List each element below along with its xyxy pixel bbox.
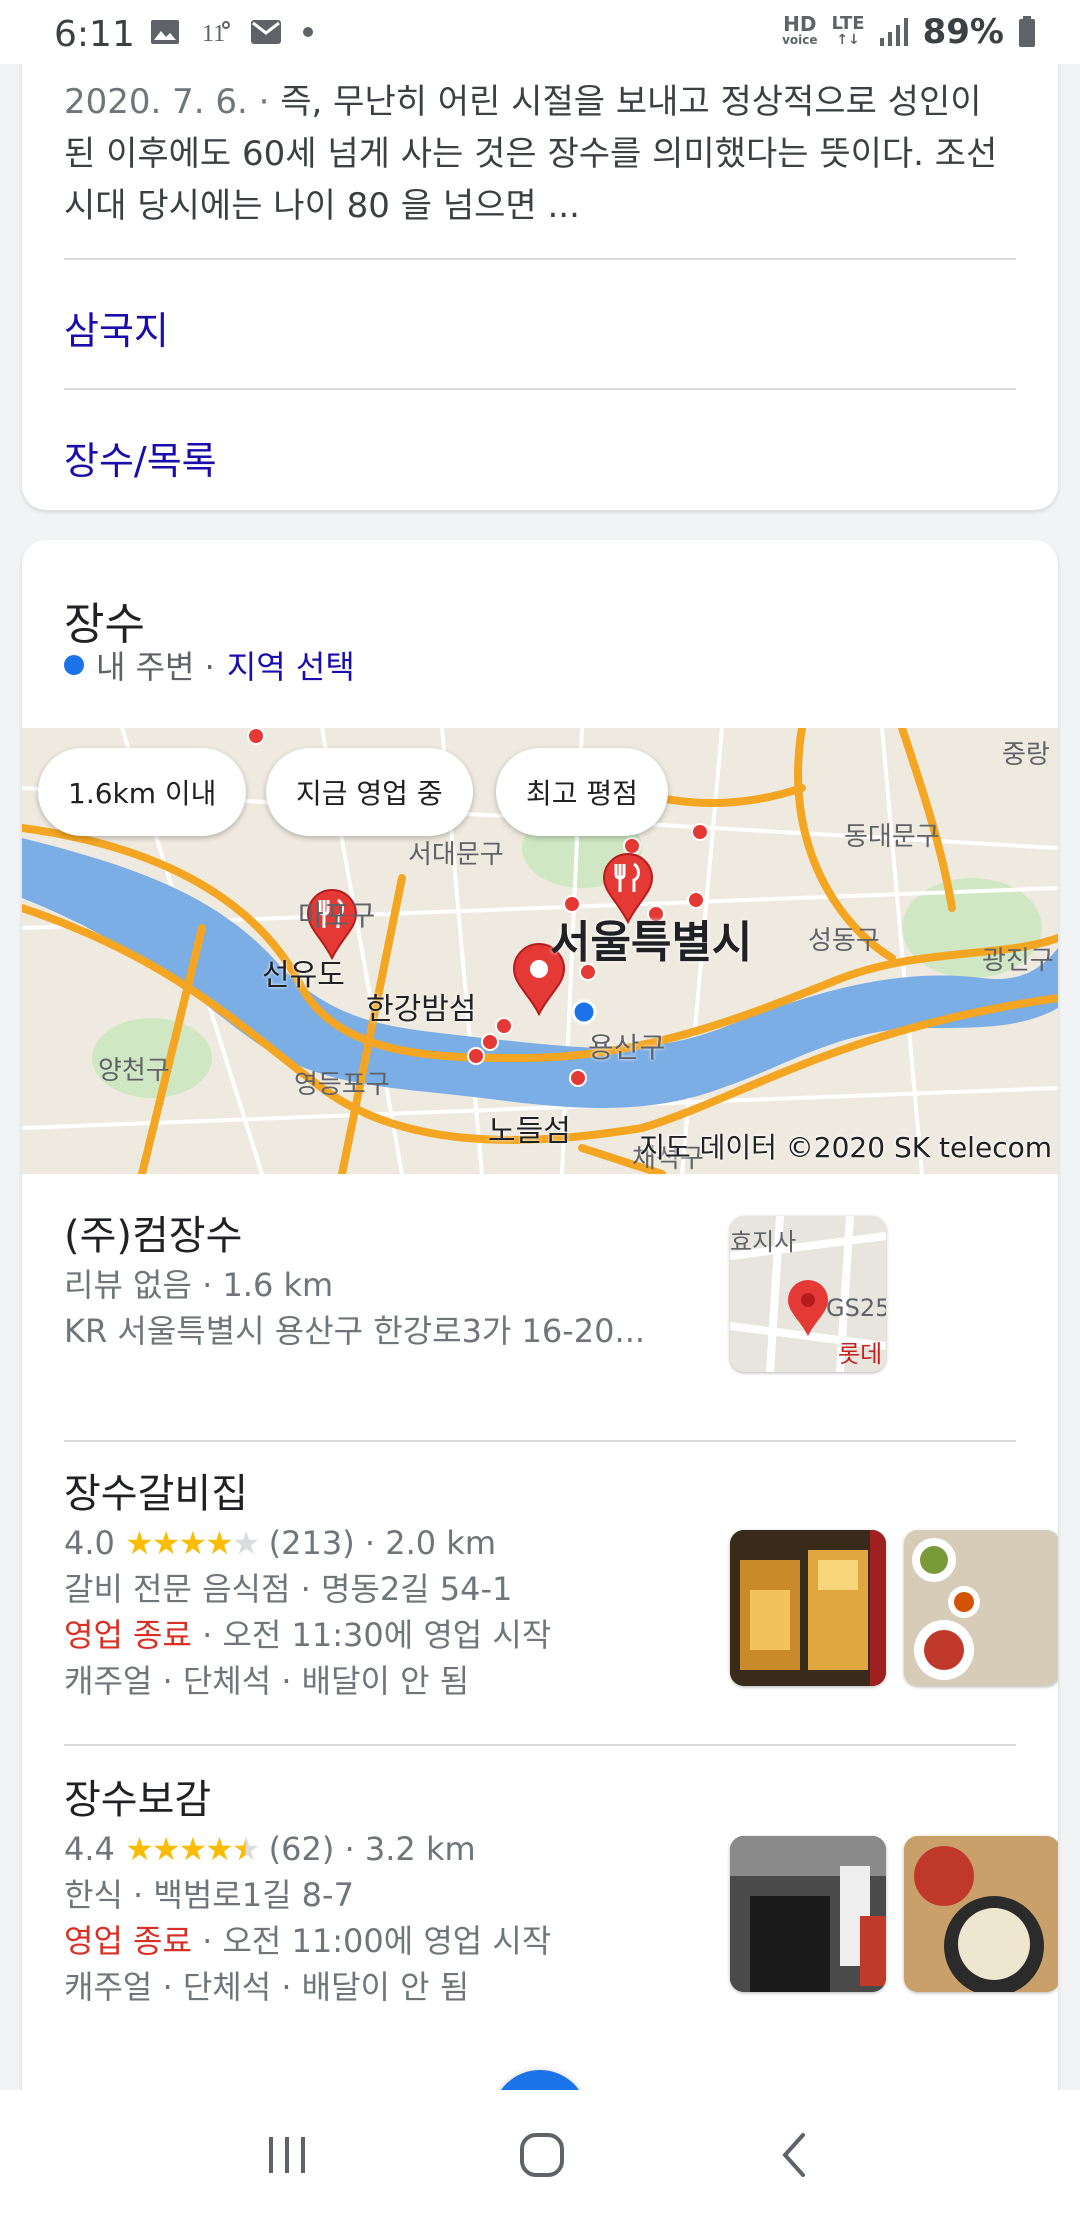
star-rating-icon: ★★★★★ — [125, 1524, 260, 1562]
back-icon[interactable] — [775, 2131, 815, 2179]
location-label: 내 주변 · — [96, 648, 215, 686]
map-label: 동대문구 — [844, 822, 940, 852]
storefront-photo — [730, 1530, 886, 1686]
mini-map-label: 롯데리 — [838, 1340, 883, 1368]
rating-value: 4.0 — [64, 1524, 115, 1562]
review-count-distance: (213) · 2.0 km — [268, 1524, 496, 1562]
location-line: 내 주변 · 지역 선택 — [64, 642, 355, 688]
lte-icon: LTE ↑↓ — [831, 13, 865, 49]
status-time: 6:11 — [54, 14, 135, 55]
map-label: 용산구 — [588, 1031, 666, 1064]
closed-status: 영업 종료 — [64, 1922, 192, 1960]
divider — [64, 258, 1016, 260]
location-dot-icon — [64, 655, 84, 675]
place-photo[interactable] — [904, 1530, 1058, 1686]
map-label: 선유도 — [262, 958, 345, 993]
map-label: 성동구 — [808, 926, 880, 956]
status-bar: 6:11 11 HD voice LTE ↑↓ 89% — [0, 0, 1080, 64]
place-photo[interactable] — [730, 1836, 886, 1992]
result-snippet: 2020. 7. 6. · 즉, 무난히 어린 시절을 보내고 정상적으로 성인… — [64, 76, 1014, 232]
mini-map-label: 효지사 — [730, 1228, 797, 1256]
place-name[interactable]: 장수보감 — [64, 1774, 1016, 1826]
mail-icon — [251, 20, 281, 44]
mini-map-label: GS25 — [826, 1294, 886, 1322]
filter-chip-distance[interactable]: 1.6km 이내 — [38, 748, 247, 836]
hd-voice-icon: HD voice — [782, 12, 818, 47]
home-icon[interactable] — [518, 2131, 566, 2179]
opening-time: · 오전 11:30에 영업 시작 — [191, 1616, 552, 1654]
filter-chip-open-now[interactable]: 지금 영업 중 — [266, 748, 473, 836]
map-label: 영등포구 — [294, 1070, 390, 1100]
divider — [64, 388, 1016, 390]
map-label: 양천구 — [98, 1056, 170, 1086]
recent-apps-icon[interactable] — [265, 2135, 309, 2175]
food-photo — [904, 1836, 1058, 1992]
battery-icon — [1019, 16, 1035, 47]
map-label: 마포구 — [298, 899, 376, 932]
divider — [64, 1440, 1016, 1442]
opening-time: · 오전 11:00에 영업 시작 — [191, 1922, 552, 1960]
status-right: HD voice LTE ↑↓ 89% — [782, 12, 1036, 52]
svg-text:11: 11 — [202, 21, 225, 47]
food-photo — [904, 1530, 1058, 1686]
rating-value: 4.4 — [64, 1830, 115, 1868]
battery-percent: 89% — [922, 12, 1004, 52]
map-label: 노들섬 — [488, 1114, 571, 1149]
local-results-card: 장수 내 주변 · 지역 선택 중랑 동대문구 서대문구 마포구 서울특별시 성… — [22, 540, 1058, 2220]
star-rating-icon: ★★★★★ — [125, 1830, 260, 1868]
closed-status: 영업 종료 — [64, 1616, 192, 1654]
review-count-distance: (62) · 3.2 km — [268, 1830, 476, 1868]
sublink-jangsu-list[interactable]: 장수/목록 — [64, 430, 217, 485]
map-label: 서대문구 — [408, 840, 504, 870]
more-dot-icon — [303, 27, 313, 37]
place-photo[interactable] — [904, 1836, 1058, 1992]
system-nav-bar — [0, 2090, 1080, 2220]
sublink-samgukji[interactable]: 삼국지 — [64, 300, 169, 355]
choose-area-link[interactable]: 지역 선택 — [227, 642, 355, 688]
web-result-card: 2020. 7. 6. · 즉, 무난히 어린 시절을 보내고 정상적으로 성인… — [22, 20, 1058, 510]
local-map[interactable]: 중랑 동대문구 서대문구 마포구 서울특별시 성동구 광진구 선유도 한강밤섬 … — [22, 728, 1058, 1174]
map-label: 중랑 — [1002, 740, 1050, 770]
map-label: 서울특별시 — [550, 917, 753, 968]
place-map-thumbnail[interactable]: 효지사 GS25 롯데리 — [730, 1216, 886, 1372]
storefront-photo — [730, 1836, 886, 1992]
signal-icon — [879, 18, 908, 46]
place-name[interactable]: 장수갈비집 — [64, 1468, 1016, 1520]
map-credit: 지도 데이터 ©2020 SK telecom — [639, 1131, 1052, 1164]
map-label: 한강밤섬 — [366, 992, 477, 1027]
gallery-icon — [151, 20, 179, 44]
divider — [64, 1744, 1016, 1746]
status-notification-icons: 11 — [150, 14, 314, 50]
filter-chip-top-rated[interactable]: 최고 평점 — [496, 748, 668, 836]
eleven-street-icon: 11 — [202, 21, 230, 47]
place-photo[interactable] — [730, 1530, 886, 1686]
map-label: 광진구 — [982, 946, 1054, 976]
snippet-date: 2020. 7. 6. · — [64, 82, 270, 122]
